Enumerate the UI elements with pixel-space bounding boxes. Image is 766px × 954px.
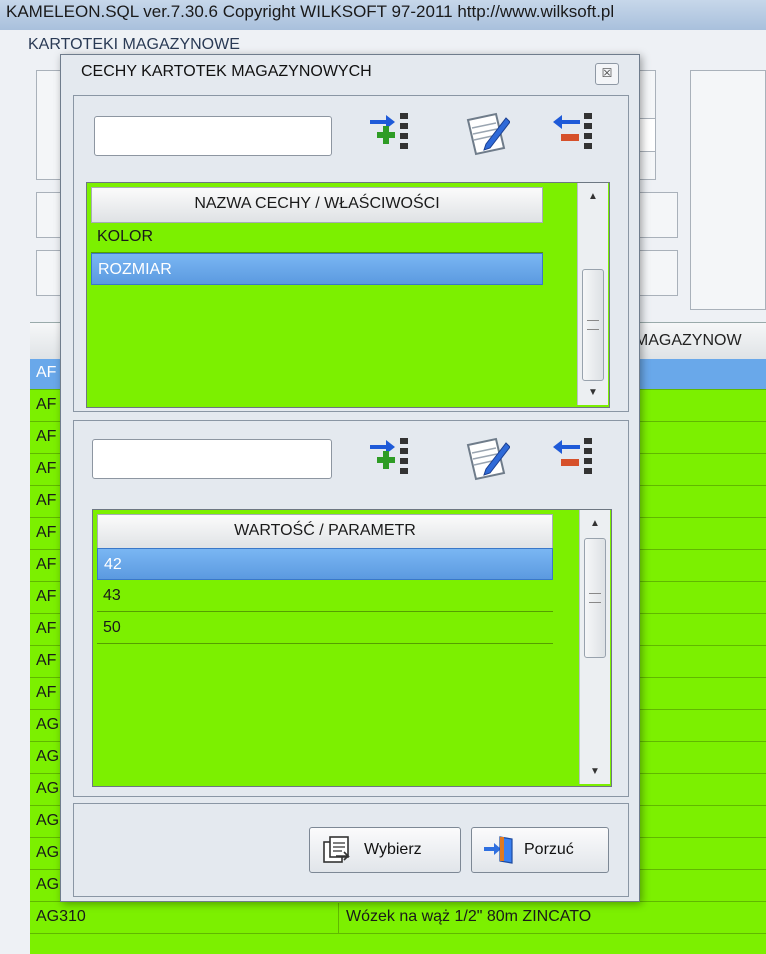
background-table-row[interactable]: AG310 Wózek na wąż 1/2" 80m ZINCATO [30, 903, 766, 934]
row-code: AF [36, 652, 57, 669]
values-scrollbar[interactable]: ▲ ▼ [579, 510, 610, 784]
features-frame: NAZWA CECHY / WŁAŚCIWOŚCI KOLOR ROZMIAR ▲… [73, 95, 629, 412]
choose-button[interactable]: Wybierz [309, 827, 461, 873]
features-grid: NAZWA CECHY / WŁAŚCIWOŚCI KOLOR ROZMIAR ▲… [86, 182, 610, 408]
row-code: AG310 [36, 908, 86, 925]
row-code: AG [36, 716, 60, 733]
scrollbar-thumb[interactable] [584, 538, 606, 658]
add-value-icon[interactable] [368, 435, 416, 483]
row-code: AG [36, 748, 60, 765]
row-code: AF [36, 588, 57, 605]
row-code: AF [36, 524, 57, 541]
features-column-header: NAZWA CECHY / WŁAŚCIWOŚCI [91, 187, 543, 223]
features-scrollbar[interactable]: ▲ ▼ [577, 183, 608, 405]
row-code: AF [36, 684, 57, 701]
choose-icon [323, 836, 350, 863]
scroll-up-icon[interactable]: ▲ [578, 185, 608, 209]
feature-row[interactable]: KOLOR [91, 221, 543, 253]
values-column-header: WARTOŚĆ / PARAMETR [97, 514, 553, 550]
cancel-button[interactable]: Porzuć [471, 827, 609, 873]
row-code: AF [36, 492, 57, 509]
value-row[interactable]: 42 [97, 548, 553, 580]
scroll-down-icon[interactable]: ▼ [578, 381, 608, 405]
edit-value-icon[interactable] [462, 435, 510, 483]
background-image-box [690, 70, 766, 310]
app-window-title: KAMELEON.SQL ver.7.30.6 Copyright WILKSO… [6, 2, 615, 21]
features-search-input[interactable] [94, 116, 332, 156]
values-grid: WARTOŚĆ / PARAMETR 42 43 50 ▲ ▼ [92, 509, 612, 787]
exit-door-icon [484, 836, 513, 864]
dialog-title: CECHY KARTOTEK MAGAZYNOWYCH [81, 63, 372, 80]
scrollbar-thumb[interactable] [582, 269, 604, 381]
background-column-header: I MAGAZYNOW [626, 332, 742, 349]
row-code: AF [36, 556, 57, 573]
features-dialog: CECHY KARTOTEK MAGAZYNOWYCH ☒ NAZWA CECH… [60, 54, 640, 902]
cancel-label: Porzuć [524, 841, 574, 858]
app-title-bar: KAMELEON.SQL ver.7.30.6 Copyright WILKSO… [0, 0, 766, 30]
remove-feature-icon[interactable] [552, 110, 600, 158]
grip-icon [589, 593, 601, 603]
row-code: AG [36, 844, 60, 861]
value-row[interactable]: 43 [97, 580, 553, 612]
row-code: AF [36, 396, 57, 413]
column-divider [338, 903, 339, 933]
row-code: AG [36, 780, 60, 797]
remove-value-icon[interactable] [552, 435, 600, 483]
value-row[interactable]: 50 [97, 612, 553, 644]
close-button[interactable]: ☒ [595, 63, 619, 85]
row-code: AG [36, 812, 60, 829]
grip-icon [587, 320, 599, 330]
choose-label: Wybierz [364, 841, 422, 858]
values-search-input[interactable] [92, 439, 332, 479]
row-code: AF [36, 460, 57, 477]
row-code: AF [36, 428, 57, 445]
feature-row[interactable]: ROZMIAR [91, 253, 543, 285]
values-frame: WARTOŚĆ / PARAMETR 42 43 50 ▲ ▼ [73, 420, 629, 797]
subwindow-title: KARTOTEKI MAGAZYNOWE [28, 36, 240, 53]
scroll-up-icon[interactable]: ▲ [580, 512, 610, 536]
scroll-down-icon[interactable]: ▼ [580, 760, 610, 784]
row-name: Wózek na wąż 1/2" 80m ZINCATO [346, 908, 592, 925]
row-code: AF [36, 620, 57, 637]
edit-feature-icon[interactable] [462, 110, 510, 158]
add-feature-icon[interactable] [368, 110, 416, 158]
row-code: AF [36, 364, 57, 381]
